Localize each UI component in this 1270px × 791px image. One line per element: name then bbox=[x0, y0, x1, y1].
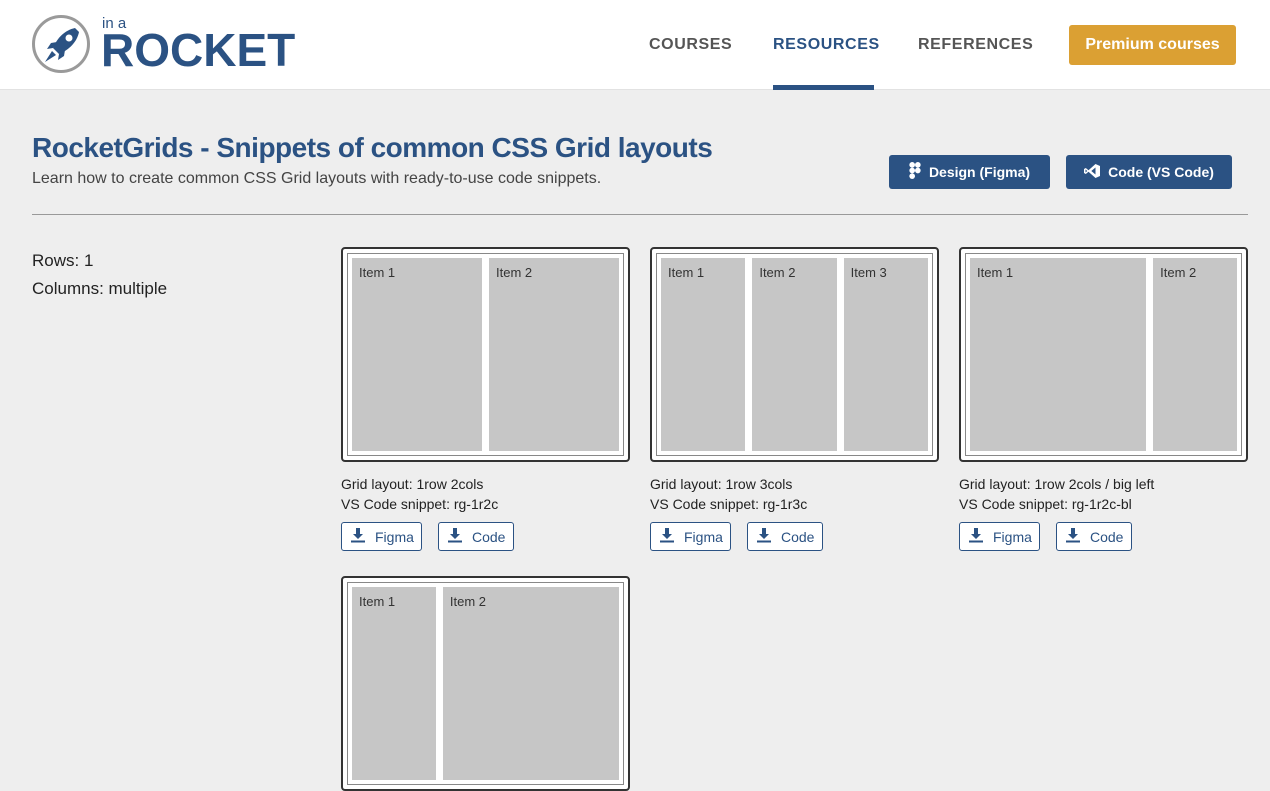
nav-references[interactable]: REFERENCES bbox=[918, 36, 1033, 54]
figma-icon bbox=[909, 162, 921, 182]
logo-big-text: ROCKET bbox=[101, 24, 296, 76]
filter-columns: Columns: multiple bbox=[32, 279, 168, 298]
card-title: Grid layout: 1row 2cols bbox=[341, 476, 484, 492]
figma-download-label: Figma bbox=[993, 528, 1032, 545]
download-icon bbox=[447, 527, 463, 546]
design-figma-button[interactable]: Design (Figma) bbox=[889, 155, 1050, 189]
download-icon bbox=[659, 527, 675, 546]
figma-download-button[interactable]: Figma bbox=[650, 522, 731, 551]
figma-download-button[interactable]: Figma bbox=[959, 522, 1040, 551]
site-header: in a ROCKET COURSES RESOURCES REFERENCES… bbox=[0, 0, 1270, 90]
grid-preview[interactable]: Item 1 Item 2 bbox=[341, 247, 630, 462]
code-vscode-label: Code (VS Code) bbox=[1108, 164, 1214, 180]
download-icon bbox=[350, 527, 366, 546]
page-subtitle: Learn how to create common CSS Grid layo… bbox=[32, 170, 602, 187]
code-download-label: Code bbox=[472, 528, 506, 545]
design-figma-label: Design (Figma) bbox=[928, 164, 1031, 180]
code-download-button[interactable]: Code bbox=[747, 522, 823, 551]
card-snippet: VS Code snippet: rg-1r2c-bl bbox=[959, 496, 1132, 512]
filter-rows: Rows: 1 bbox=[32, 251, 94, 270]
grid-item: Item 2 bbox=[1153, 258, 1237, 451]
grid-item: Item 2 bbox=[752, 258, 837, 451]
grid-preview[interactable]: Item 1 Item 2 Item 3 bbox=[650, 247, 939, 462]
grid-item: Item 1 bbox=[352, 258, 482, 451]
grid-item: Item 2 bbox=[442, 587, 619, 780]
card-snippet: VS Code snippet: rg-1r2c bbox=[341, 496, 499, 512]
code-download-label: Code bbox=[1090, 528, 1124, 545]
nav-resources[interactable]: RESOURCES bbox=[773, 36, 880, 54]
figma-download-label: Figma bbox=[684, 528, 723, 545]
site-logo[interactable]: in a ROCKET bbox=[32, 15, 295, 75]
grid-item: Item 1 bbox=[352, 587, 436, 780]
card-title: Grid layout: 1row 3cols bbox=[650, 476, 793, 492]
rocket-icon bbox=[32, 15, 90, 73]
section-divider bbox=[32, 214, 1248, 215]
grid-item: Item 3 bbox=[843, 258, 928, 451]
page-title: RocketGrids - Snippets of common CSS Gri… bbox=[32, 132, 713, 163]
download-icon bbox=[1065, 527, 1081, 546]
nav-active-indicator bbox=[773, 85, 874, 90]
grid-preview[interactable]: Item 1 Item 2 bbox=[959, 247, 1248, 462]
code-download-button[interactable]: Code bbox=[438, 522, 514, 551]
grid-item: Item 2 bbox=[489, 258, 619, 451]
grid-preview[interactable]: Item 1 Item 2 bbox=[341, 576, 630, 791]
code-download-label: Code bbox=[781, 528, 815, 545]
grid-item: Item 1 bbox=[970, 258, 1147, 451]
code-download-button[interactable]: Code bbox=[1056, 522, 1132, 551]
nav-courses[interactable]: COURSES bbox=[649, 36, 732, 54]
figma-download-button[interactable]: Figma bbox=[341, 522, 422, 551]
download-icon bbox=[968, 527, 984, 546]
card-title: Grid layout: 1row 2cols / big left bbox=[959, 476, 1155, 492]
vscode-icon bbox=[1084, 163, 1101, 182]
code-vscode-button[interactable]: Code (VS Code) bbox=[1066, 155, 1232, 189]
premium-courses-button[interactable]: Premium courses bbox=[1069, 25, 1236, 65]
card-snippet: VS Code snippet: rg-1r3c bbox=[650, 496, 808, 512]
download-icon bbox=[756, 527, 772, 546]
grid-item: Item 1 bbox=[661, 258, 746, 451]
figma-download-label: Figma bbox=[375, 528, 414, 545]
